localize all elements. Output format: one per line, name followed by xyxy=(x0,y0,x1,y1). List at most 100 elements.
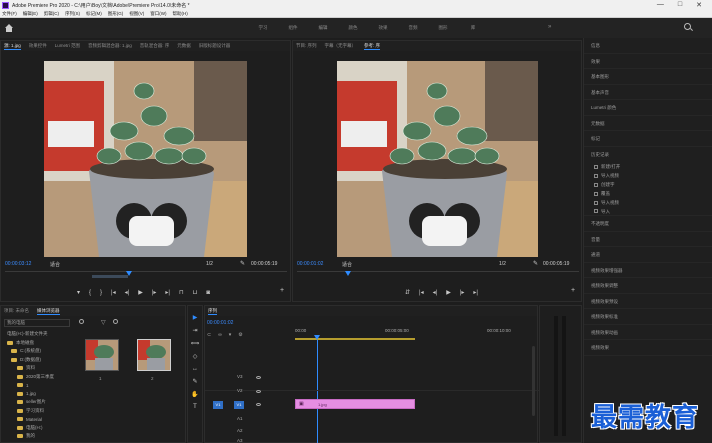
list-item[interactable]: 本地磁盘 xyxy=(3,339,69,348)
list-item[interactable]: seller图片 xyxy=(3,398,69,407)
pen-icon[interactable]: ✎ xyxy=(192,378,197,385)
program-time-ruler[interactable] xyxy=(297,271,579,276)
view-icon[interactable] xyxy=(79,319,84,324)
workspace-tab-graphics[interactable]: 图形 xyxy=(428,25,458,31)
marker-icon[interactable]: ▾ xyxy=(77,289,80,296)
panel-info[interactable]: 信息 xyxy=(584,38,712,54)
hand-icon[interactable]: ✋ xyxy=(191,391,198,398)
linked-icon[interactable]: ∞ xyxy=(218,332,222,338)
section-opacity[interactable]: 不透明度 xyxy=(584,216,712,232)
tab-captions[interactable]: 字幕（无字幕） xyxy=(325,43,357,49)
section-video-fx-1[interactable]: 视频效果增强器 xyxy=(584,263,712,278)
eye-icon[interactable] xyxy=(256,376,261,379)
menu-marker[interactable]: 标记(M) xyxy=(86,11,102,17)
menu-clip[interactable]: 剪辑(C) xyxy=(44,11,59,17)
minimize-button[interactable]: — xyxy=(657,1,664,9)
workspace-tab-color[interactable]: 颜色 xyxy=(338,25,368,31)
history-item[interactable]: 覆盖 xyxy=(584,189,712,198)
tab-program[interactable]: 节目: 序列 xyxy=(296,43,317,49)
search-icon[interactable] xyxy=(684,23,691,30)
panel-effects[interactable]: 效果 xyxy=(584,54,712,69)
play-icon[interactable]: ▶ xyxy=(446,289,451,296)
home-icon[interactable] xyxy=(5,24,13,32)
panel-history[interactable]: 历史记录 xyxy=(584,147,712,163)
type-icon[interactable]: T xyxy=(193,404,197,410)
insert-icon[interactable]: ⊓ xyxy=(179,289,184,296)
source-timecode[interactable]: 00:00:03:12 xyxy=(5,261,31,267)
program-playhead[interactable] xyxy=(345,271,351,276)
program-fit-dropdown[interactable]: 适合 xyxy=(342,261,352,268)
tab-project[interactable]: 项目: 未命名 xyxy=(4,308,29,314)
source-time-ruler[interactable] xyxy=(5,271,287,276)
list-item[interactable]: 2020第三季度 xyxy=(3,373,69,382)
close-button[interactable]: ✕ xyxy=(696,1,702,9)
step-forward-icon[interactable]: |▸ xyxy=(152,289,157,296)
workspace-tab-effects[interactable]: 效果 xyxy=(368,25,398,31)
go-to-out-icon[interactable]: ▸| xyxy=(165,289,170,296)
tab-sequence[interactable]: 序列 xyxy=(208,308,217,315)
list-item[interactable]: Material xyxy=(3,415,69,424)
go-to-out-icon[interactable]: ▸| xyxy=(473,289,478,296)
program-timecode[interactable]: 00:00:01:02 xyxy=(297,261,323,267)
workspace-tab-audio[interactable]: 音频 xyxy=(398,25,428,31)
menu-help[interactable]: 帮助(H) xyxy=(173,11,188,17)
list-item[interactable]: C:(系统盘) xyxy=(3,347,69,356)
program-add-button[interactable]: + xyxy=(571,287,575,294)
workspace-tab-learn[interactable]: 学习 xyxy=(248,25,278,31)
list-item[interactable]: 电脑(H:) xyxy=(3,424,69,433)
history-item[interactable]: 导入 xyxy=(584,207,712,216)
list-item[interactable]: 我的 xyxy=(3,432,69,441)
wrench-icon[interactable]: ✎ xyxy=(240,260,245,267)
source-video-frame[interactable] xyxy=(44,61,247,257)
go-to-in-icon[interactable]: |◂ xyxy=(111,289,116,296)
step-back-icon[interactable]: ◂| xyxy=(125,289,130,296)
history-item[interactable]: 创建字 xyxy=(584,180,712,189)
program-video-frame[interactable] xyxy=(337,61,538,257)
workspace-more-button[interactable]: » xyxy=(548,24,551,30)
list-item[interactable]: D:(数据盘) xyxy=(3,356,69,365)
location-dropdown[interactable]: 我的电脑 xyxy=(4,319,70,327)
export-frame-icon[interactable]: ◙ xyxy=(206,290,210,296)
section-video-fx-6[interactable]: 视频效果 xyxy=(584,340,712,356)
panel-markers[interactable]: 标记 xyxy=(584,131,712,147)
wrench-icon[interactable]: ✎ xyxy=(533,260,538,267)
section-video-fx-5[interactable]: 视频效果动画 xyxy=(584,325,712,340)
panel-essential-graphics[interactable]: 基本图形 xyxy=(584,69,712,85)
menu-sequence[interactable]: 序列(S) xyxy=(65,11,80,17)
source-add-button[interactable]: + xyxy=(280,287,284,294)
menu-file[interactable]: 文件(F) xyxy=(2,11,17,17)
workspace-tab-assembly[interactable]: 组件 xyxy=(278,25,308,31)
menu-view[interactable]: 视图(V) xyxy=(129,11,144,17)
menu-window[interactable]: 窗口(W) xyxy=(150,11,166,17)
tab-media-browser[interactable]: 媒体浏览器 xyxy=(37,308,60,315)
menu-graphics[interactable]: 图形(G) xyxy=(108,11,124,17)
source-fit-dropdown[interactable]: 适合 xyxy=(50,261,60,268)
slip-icon[interactable]: ↔ xyxy=(192,366,198,372)
workspace-tab-editing[interactable]: 编辑 xyxy=(308,25,338,31)
tab-lumetri-scopes[interactable]: Lumetri 范围 xyxy=(55,43,80,49)
snap-icon[interactable]: ⊂ xyxy=(207,332,211,338)
panel-lumetri-color[interactable]: Lumetri 颜色 xyxy=(584,100,712,116)
section-volume[interactable]: 音量 xyxy=(584,232,712,247)
eye-icon[interactable] xyxy=(256,403,261,406)
search-icon[interactable] xyxy=(113,319,118,324)
list-item[interactable]: 学习资料 xyxy=(3,407,69,416)
menu-edit[interactable]: 编辑(E) xyxy=(23,11,38,17)
mark-in-icon[interactable]: { xyxy=(89,290,91,296)
tab-metadata[interactable]: 元数据 xyxy=(177,43,191,49)
timeline-clip[interactable]: ▣ 1.jpg xyxy=(295,399,415,409)
tab-legacy-titler[interactable]: 旧版标题设计器 xyxy=(199,43,231,49)
add-marker-icon[interactable]: ▾ xyxy=(229,332,232,338)
mark-out-icon[interactable]: } xyxy=(100,290,102,296)
media-thumbnail[interactable] xyxy=(85,339,119,371)
lift-icon[interactable]: ⇵ xyxy=(405,289,410,296)
eye-icon[interactable] xyxy=(256,390,261,393)
history-item[interactable]: 新建/打开 xyxy=(584,162,712,171)
ripple-edit-icon[interactable]: ⟺ xyxy=(191,340,200,347)
go-to-in-icon[interactable]: |◂ xyxy=(419,289,424,296)
section-video-fx-4[interactable]: 视频效果标准 xyxy=(584,309,712,325)
workspace-tab-libraries[interactable]: 库 xyxy=(458,25,488,31)
program-scale-dropdown[interactable]: 1/2 xyxy=(499,261,506,267)
timeline-work-area-bar[interactable] xyxy=(295,338,415,340)
track-v1-target[interactable]: V1 xyxy=(213,401,223,409)
